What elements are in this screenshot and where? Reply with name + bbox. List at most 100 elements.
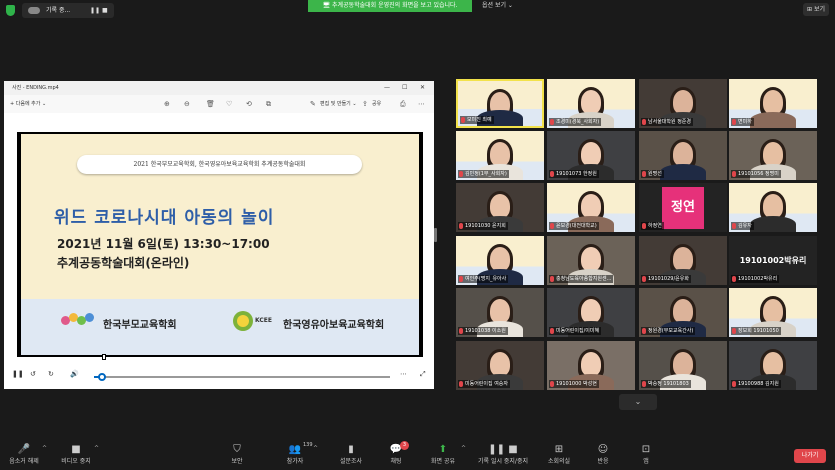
participant-tile[interactable]: 19101030 윤지희 — [456, 183, 544, 232]
close-button[interactable]: ✕ — [420, 81, 425, 95]
photo-app-toolbar: + 다음에 추가 ⌄ ⊕ ⊖ 🗑 ♡ ⟲ ⧉ ✎ 편집 및 만들기 ⌄ ⇪ 공유… — [4, 95, 434, 113]
seek-bar[interactable] — [94, 373, 390, 381]
slide-title: 위드 코로나시대 아동의 놀이 — [54, 208, 275, 228]
participant-tile[interactable]: 19101000 박성현 — [547, 341, 635, 390]
participant-name-label: 하정연 — [641, 222, 664, 230]
participant-name: 미동어린이집 여승자 — [465, 381, 508, 387]
participant-tile[interactable]: 19100988 김지원 — [729, 341, 817, 390]
options-caret-icon[interactable]: ^ — [313, 445, 318, 452]
video-frame[interactable]: 2021 한국부모교육학회, 한국영유아보육교육학회 추계공동학술대회 위드 코… — [17, 132, 423, 357]
participant-face — [581, 142, 601, 166]
options-caret-icon[interactable]: ^ — [94, 445, 99, 452]
participant-tile[interactable]: 김민정(1부_사회자) — [456, 131, 544, 180]
participant-face — [673, 352, 693, 376]
participant-tile[interactable]: 정연 하정연 — [639, 183, 727, 232]
security-button[interactable]: ⛉ 보안 — [207, 436, 267, 467]
fullscreen-icon[interactable]: ⤢ — [420, 370, 426, 378]
volume-icon[interactable]: 🔊 — [70, 370, 79, 378]
participant-tile[interactable]: 박승정 19101803 — [639, 341, 727, 390]
crop-icon[interactable]: ⧉ — [266, 95, 271, 113]
participant-tile[interactable]: 충청남도육아종합지원센... — [547, 236, 635, 285]
participant-tile[interactable]: 미동어린이집/이미혜 — [547, 288, 635, 337]
view-label: 보기 — [813, 6, 825, 13]
participants-button[interactable]: 👥 참가자 139 ^ — [265, 436, 325, 467]
participant-name-label: 19101038 이소원 — [458, 327, 508, 335]
shield-icon[interactable] — [6, 5, 15, 16]
more-icon[interactable]: ⋯ — [418, 95, 425, 113]
view-options-button[interactable]: 옵션 보기 ⌄ — [482, 1, 513, 11]
more-options-icon[interactable]: ⋯ — [400, 370, 407, 378]
seek-handle[interactable] — [97, 373, 106, 381]
record-icon — [28, 7, 40, 14]
splitter-handle[interactable] — [434, 228, 437, 242]
add-to-button[interactable]: + 다음에 추가 ⌄ — [10, 95, 46, 113]
zoom-out-icon[interactable]: ⊖ — [184, 95, 190, 113]
rewind-icon[interactable]: ↺ — [30, 370, 36, 378]
participant-name: 하정연 — [648, 223, 662, 229]
participant-tile[interactable]: 장보희 19101050 — [729, 288, 817, 337]
participant-face — [581, 299, 601, 323]
slide-date: 2021년 11월 6일(토) 13:30~17:00 — [57, 237, 270, 251]
participant-tile[interactable]: 모미진 최예 — [456, 79, 544, 128]
participant-face — [763, 142, 783, 166]
participant-tile[interactable]: 19101056 정명미 — [729, 131, 817, 180]
muted-mic-icon — [550, 276, 554, 282]
participant-name: 19100988 김지원 — [738, 381, 779, 387]
participant-name-label: 김유자 — [731, 222, 754, 230]
muted-mic-icon — [459, 381, 463, 387]
muted-mic-icon — [550, 381, 554, 387]
participant-tile[interactable]: 원명선 — [639, 131, 727, 180]
forward-icon[interactable]: ↻ — [48, 370, 54, 378]
participant-face — [673, 247, 693, 271]
pause-icon[interactable]: ❚❚ — [12, 370, 24, 378]
muted-mic-icon — [732, 328, 736, 334]
participant-tile[interactable]: 조경미(경북_사회자) — [547, 79, 635, 128]
video-button[interactable]: ■ 비디오 중지 ^ — [46, 436, 106, 467]
record-button[interactable]: ❚❚ ■ 기록 일시 중지/중지 — [473, 436, 533, 467]
gallery-scroll-down-button[interactable]: ⌄ — [619, 394, 657, 410]
record-icon: ❚❚ ■ — [488, 444, 518, 455]
participant-tile[interactable]: 19101038 이소원 — [456, 288, 544, 337]
participant-tile[interactable]: 19101073 한정원 — [547, 131, 635, 180]
participant-name: 박승정 19101803 — [648, 381, 689, 387]
share-button[interactable]: 공유 — [372, 95, 381, 113]
share-label: 화면 공유 — [431, 458, 455, 465]
participant-name-label: 원명선 — [641, 170, 664, 178]
participant-name-label: 모미진 최예 — [460, 116, 494, 124]
zoom-in-icon[interactable]: ⊕ — [164, 95, 170, 113]
share-button[interactable]: ⬆ 화면 공유 ^ — [413, 436, 473, 467]
rotate-icon[interactable]: ⟲ — [246, 95, 252, 113]
participant-name-label: 19101030 윤지희 — [458, 222, 508, 230]
participant-tile[interactable]: 미동어린이집 여승자 — [456, 341, 544, 390]
apps-label: 앱 — [643, 458, 649, 465]
delete-icon[interactable]: 🗑 — [206, 95, 215, 113]
stop-recording-button[interactable]: ■ — [102, 7, 109, 14]
leave-button[interactable]: 나가기 — [794, 449, 826, 463]
pause-recording-button[interactable]: ❚❚ — [90, 7, 100, 14]
participant-name: 조경미(경북_사회자) — [556, 119, 600, 125]
parent-education-logo — [61, 313, 95, 327]
participant-tile[interactable]: 윤보경(대전대학교) — [547, 183, 635, 232]
participant-tile[interactable]: 정원경(부모교육간사) — [639, 288, 727, 337]
view-button[interactable]: ⊞ 보기 — [803, 3, 829, 16]
participant-tile[interactable]: 변미하 — [729, 79, 817, 128]
participant-tile[interactable]: 남서울대학원 정준경 — [639, 79, 727, 128]
participant-tile[interactable]: 19101002박유리 19101002박유리 — [729, 236, 817, 285]
heart-icon[interactable]: ♡ — [226, 95, 232, 113]
muted-mic-icon — [732, 381, 736, 387]
participant-tile[interactable]: 여인주(명지_유아사 — [456, 236, 544, 285]
print-icon[interactable]: ⎙ — [400, 95, 406, 113]
apps-button[interactable]: ⊡ 앱 — [616, 436, 676, 467]
maximize-button[interactable]: ☐ — [402, 81, 407, 95]
edit-create-button[interactable]: 편집 및 만들기 ⌄ — [320, 95, 357, 113]
options-caret-icon[interactable]: ^ — [461, 445, 466, 452]
participant-name-label: 조경미(경북_사회자) — [549, 118, 602, 126]
mouse-cursor — [102, 354, 106, 360]
participant-tile[interactable]: 김유자 — [729, 183, 817, 232]
participant-face — [763, 299, 783, 323]
participant-tile[interactable]: 19101029/윤유화 — [639, 236, 727, 285]
muted-mic-icon — [550, 328, 554, 334]
participant-name-label: 19101056 정명미 — [731, 170, 781, 178]
minimize-button[interactable]: — — [384, 81, 390, 95]
security-label: 보안 — [231, 458, 243, 465]
